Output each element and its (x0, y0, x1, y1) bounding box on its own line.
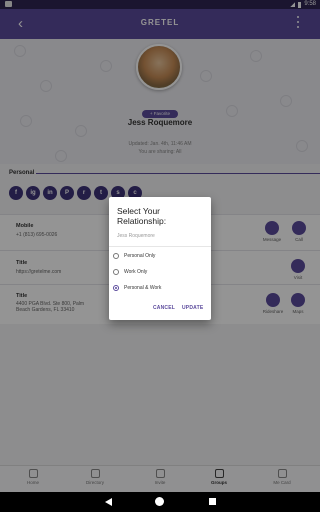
radio-button-selected[interactable] (113, 285, 119, 291)
option-label: Work Only (124, 269, 148, 275)
option-label: Personal & Work (124, 285, 162, 291)
radio-button[interactable] (113, 253, 119, 259)
option-personal-only[interactable]: Personal Only (113, 251, 207, 261)
dialog-title: Select Your Relationship: (117, 206, 167, 226)
system-home-icon[interactable] (155, 497, 164, 506)
dialog-divider (109, 246, 211, 247)
relationship-dialog: Select Your Relationship: Jess Roquemore… (109, 197, 211, 320)
system-nav-bar (0, 492, 320, 512)
dialog-contact-name: Jess Roquemore (117, 233, 155, 239)
system-recents-icon[interactable] (209, 498, 216, 505)
system-back-icon[interactable] (105, 498, 112, 506)
option-personal-and-work[interactable]: Personal & Work (113, 283, 207, 293)
radio-button[interactable] (113, 269, 119, 275)
update-button[interactable]: UPDATE (182, 305, 203, 311)
option-label: Personal Only (124, 253, 156, 259)
option-work-only[interactable]: Work Only (113, 267, 207, 277)
cancel-button[interactable]: CANCEL (153, 305, 175, 311)
